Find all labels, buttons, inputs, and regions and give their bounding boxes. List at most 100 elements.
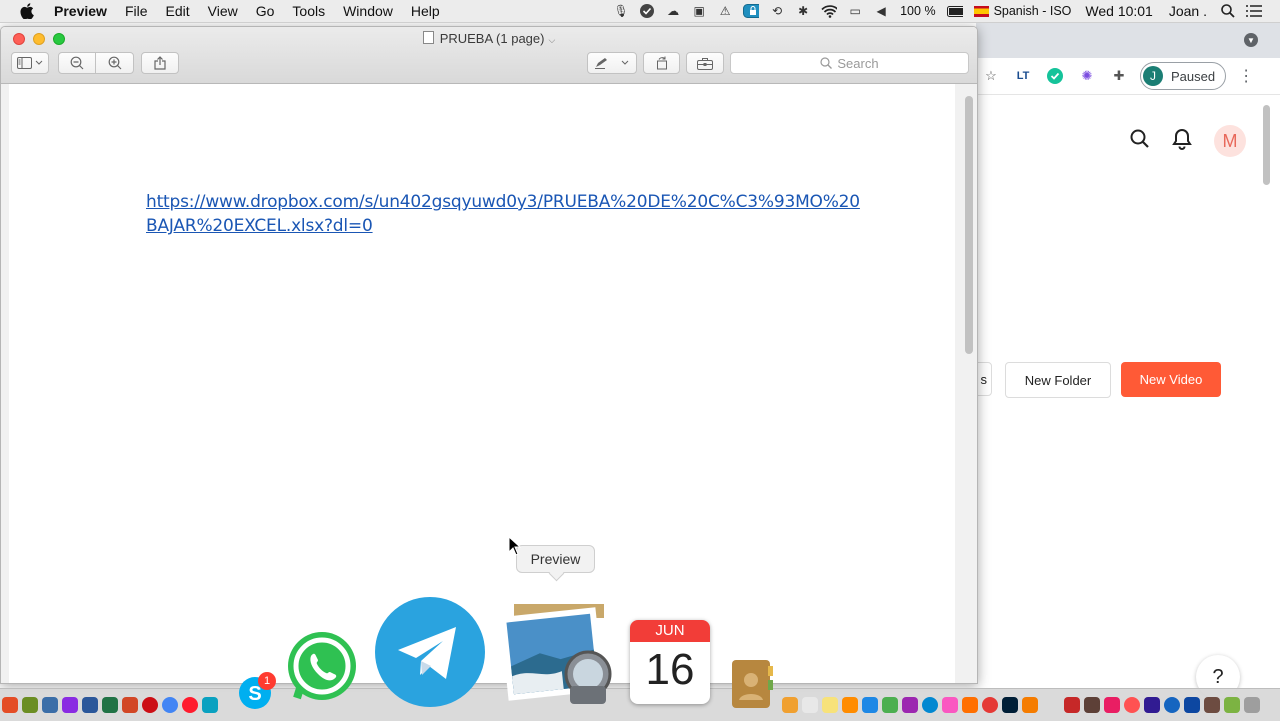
app-name-menu[interactable]: Preview [54,3,107,19]
document-viewport[interactable]: https://www.dropbox.com/s/un402gsqyuwd0y… [1,84,977,683]
app-dock-icon[interactable] [802,697,818,713]
powerpoint-dock-icon[interactable] [122,697,138,713]
dropbox-link-line-2: BAJAR%20EXCEL.xlsx?dl=0 [146,216,373,236]
app-dock-icon[interactable] [982,697,998,713]
menu-edit[interactable]: Edit [166,3,190,19]
app-dock-icon[interactable] [1144,697,1160,713]
microphone-icon[interactable]: 🎙 [613,3,629,19]
chrome-dock-icon[interactable] [162,697,178,713]
vpn-lock-icon[interactable] [743,3,760,19]
web-search-icon[interactable] [1130,129,1150,154]
itunes-dock-icon[interactable] [942,697,958,713]
calendar-month: JUN [630,620,710,642]
word-dock-icon[interactable] [82,697,98,713]
menu-go[interactable]: Go [256,3,275,19]
spotlight-search-icon[interactable] [1220,3,1236,19]
app-dock-icon[interactable] [862,697,878,713]
browser-scrollbar-thumb[interactable] [1263,105,1270,185]
rotate-button[interactable] [643,52,680,74]
app-dock-icon[interactable] [782,697,798,713]
preview-dock-icon[interactable] [500,602,620,706]
opera-dock-icon[interactable] [142,697,158,713]
user-avatar[interactable]: M [1214,125,1246,157]
markup-pen-button[interactable] [587,52,637,74]
battery-percent: 100 % [900,4,936,18]
app-dock-icon[interactable] [1064,697,1080,713]
bluetooth-icon[interactable]: ✱ [795,3,811,19]
excel-dock-icon[interactable] [102,697,118,713]
app-dock-icon[interactable] [1224,697,1240,713]
opera-gx-dock-icon[interactable] [182,697,198,713]
browser-menu-kebab-icon[interactable]: ⋮ [1238,66,1254,86]
whatsapp-dock-icon[interactable] [285,630,359,704]
trash-dock-icon[interactable] [1244,697,1260,713]
sidebar-toggle-button[interactable] [11,52,49,74]
battery-icon[interactable] [946,3,963,19]
share-button[interactable] [141,52,179,74]
app-dock-icon[interactable] [1204,697,1220,713]
notes-dock-icon[interactable] [822,697,838,713]
spain-flag-icon [973,6,989,18]
creative-cloud-icon[interactable]: ☁ [665,3,681,19]
app-dock-icon[interactable] [922,697,938,713]
mouse-cursor-icon [508,536,522,556]
profile-status-label: Paused [1171,68,1216,84]
bookmark-star-icon[interactable]: ☆ [982,67,1000,85]
menubar-clock[interactable]: Wed 10:01 [1085,3,1152,19]
app-dock-icon[interactable] [1022,697,1038,713]
search-field[interactable]: Search [730,52,969,74]
app-dock-icon[interactable] [882,697,898,713]
zoom-in-button[interactable] [95,52,134,74]
user-menu[interactable]: Joan . [1169,3,1207,19]
markup-toolbox-button[interactable] [686,52,724,74]
menu-view[interactable]: View [208,3,238,19]
app-dock-icon[interactable] [22,697,38,713]
grammarly-extension-icon[interactable] [1046,67,1064,85]
airplay-icon[interactable]: ▭ [847,3,863,19]
menu-window[interactable]: Window [343,3,393,19]
input-source-menu[interactable]: Spanish - ISO [973,4,1071,18]
profile-paused-button[interactable]: J Paused [1140,62,1227,90]
app-dock-icon[interactable] [62,697,78,713]
apple-icon[interactable] [20,3,38,19]
volume-icon[interactable]: ◀ [873,3,889,19]
app-dock-icon[interactable] [902,697,918,713]
document-scrollbar-thumb[interactable] [965,96,973,354]
app-dock-icon[interactable] [1184,697,1200,713]
calendar-dock-icon[interactable]: JUN 16 [630,620,710,704]
firefox-dock-icon[interactable] [2,697,18,713]
extensions-puzzle-icon[interactable]: ✚ [1110,67,1128,85]
photoshop-dock-icon[interactable] [1002,697,1018,713]
window-title[interactable]: PRUEBA (1 page) ⌵ [1,31,977,46]
time-machine-icon[interactable]: ⟲ [769,3,785,19]
warning-icon[interactable]: ⚠ [717,3,733,19]
browser-toolbar: ☆ LT ✺ ✚ J Paused ⋮ [976,58,1280,95]
vlc-dock-icon[interactable] [842,697,858,713]
contacts-dock-icon[interactable] [728,658,776,710]
zoom-out-button[interactable] [58,52,96,74]
menu-help[interactable]: Help [411,3,440,19]
app-dock-icon[interactable] [1124,697,1140,713]
app-dock-icon[interactable] [1104,697,1120,713]
new-folder-button[interactable]: New Folder [1005,362,1111,398]
languagetool-extension-icon[interactable]: LT [1014,67,1032,85]
app-dock-icon[interactable] [962,697,978,713]
app-dock-icon[interactable] [1084,697,1100,713]
asterisk-extension-icon[interactable]: ✺ [1078,67,1096,85]
skype-notification-badge: 1 [258,672,276,690]
notification-bell-icon[interactable] [1172,128,1192,155]
app-dock-icon[interactable] [202,697,218,713]
menu-file[interactable]: File [125,3,148,19]
telegram-dock-icon[interactable] [374,596,486,708]
menu-tools[interactable]: Tools [292,3,325,19]
preview-titlebar: PRUEBA (1 page) ⌵ Search [1,27,977,84]
new-video-button[interactable]: New Video [1121,362,1221,397]
check-circle-icon[interactable] [639,3,655,19]
app-dock-icon[interactable] [42,697,58,713]
notification-center-icon[interactable] [1246,3,1262,19]
app-dock-icon[interactable] [1164,697,1180,713]
tab-search-dropdown-icon[interactable]: ▼ [1244,33,1258,47]
screen-share-icon[interactable]: ▣ [691,3,707,19]
dropbox-link[interactable]: https://www.dropbox.com/s/un402gsqyuwd0y… [146,190,860,238]
wifi-icon[interactable] [821,3,838,19]
